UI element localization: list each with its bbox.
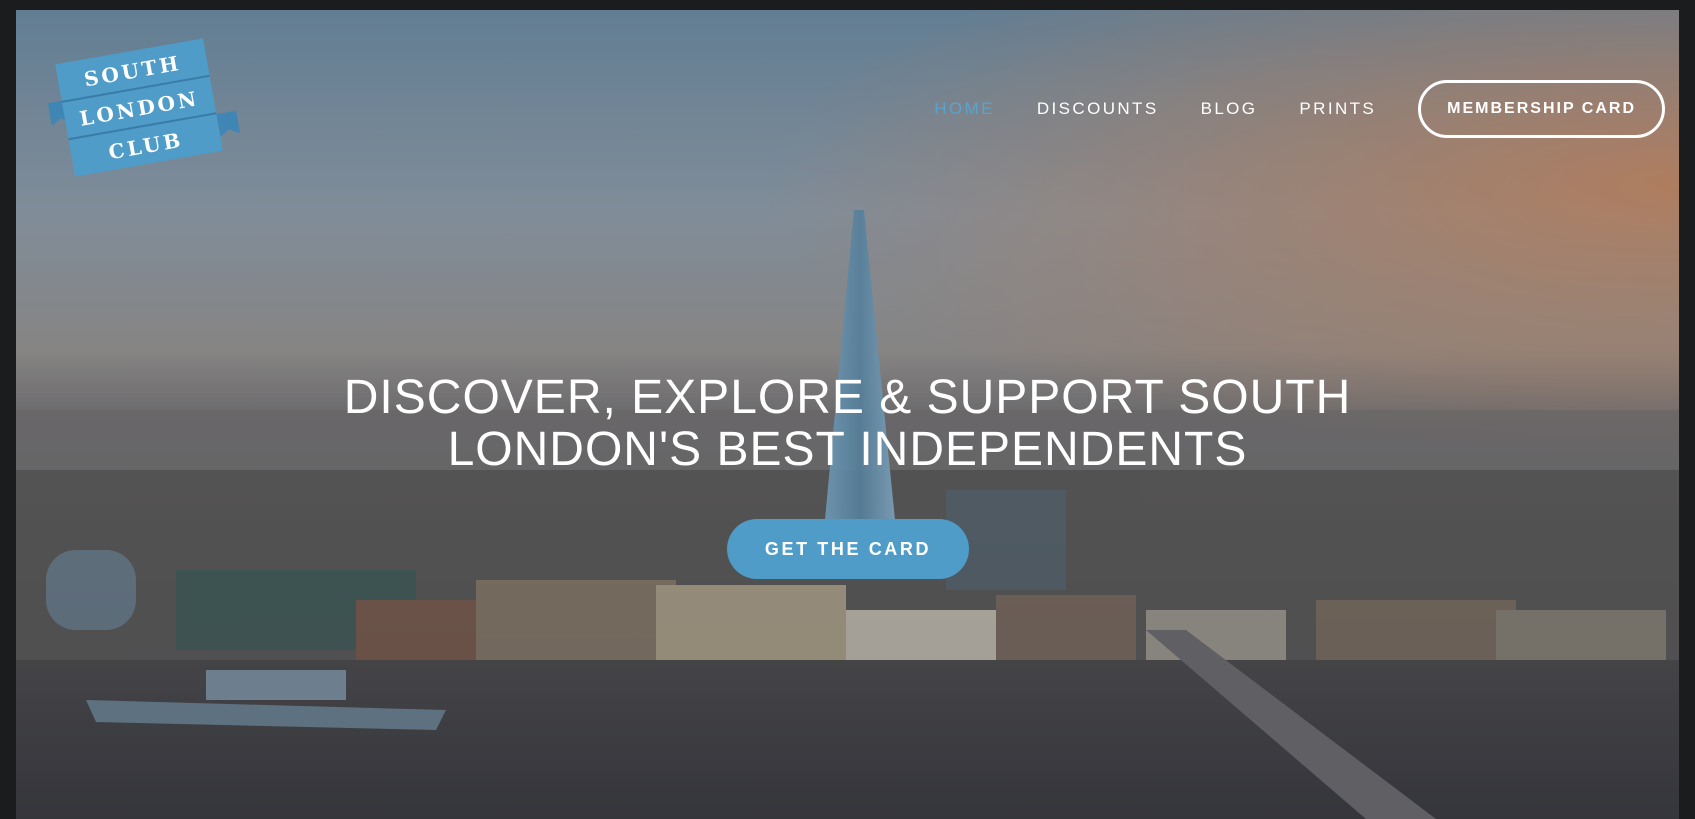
site-logo[interactable]: SOUTH LONDON CLUB: [42, 32, 242, 182]
nav-blog-link[interactable]: BLOG: [1201, 99, 1258, 119]
nav-home-link[interactable]: HOME: [934, 99, 995, 119]
hero-heading-line1: DISCOVER, EXPLORE & SUPPORT SOUTH: [343, 371, 1352, 424]
page-frame: SOUTH LONDON CLUB HOME DISCOUNTS BLOG PR…: [16, 10, 1679, 819]
membership-card-button[interactable]: MEMBERSHIP CARD: [1418, 80, 1665, 138]
main-navigation: HOME DISCOUNTS BLOG PRINTS MEMBERSHIP CA…: [934, 80, 1665, 138]
nav-prints-link[interactable]: PRINTS: [1299, 99, 1376, 119]
hero-heading-line2: LONDON'S BEST INDEPENDENTS: [447, 423, 1248, 476]
hero-heading: DISCOVER, EXPLORE & SUPPORT SOUTH LONDON…: [16, 372, 1679, 476]
nav-discounts-link[interactable]: DISCOUNTS: [1037, 99, 1159, 119]
get-the-card-button[interactable]: GET THE CARD: [727, 519, 969, 579]
